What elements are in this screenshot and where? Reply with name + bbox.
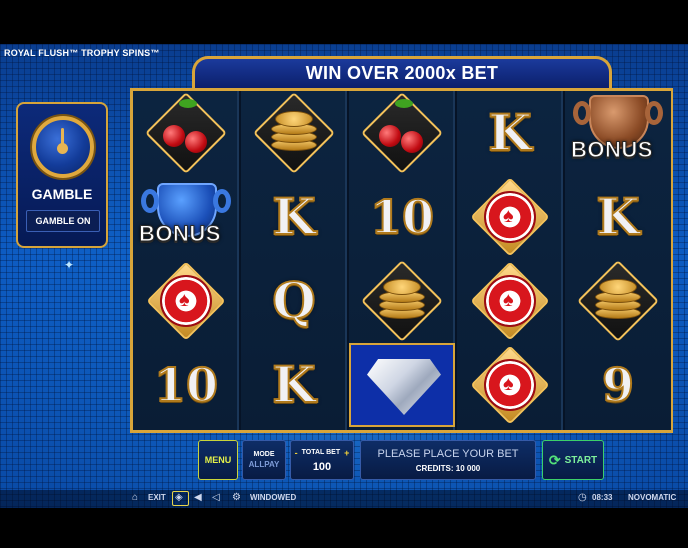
symbol-chip: ♠ (457, 259, 563, 343)
gamble-panel[interactable]: GAMBLE GAMBLE ON (16, 102, 108, 248)
symbol-king: K (487, 103, 532, 162)
menu-button-label: MENU (204, 455, 232, 465)
reel-4: K ♠ ♠ ♠ (457, 91, 563, 430)
clock-time: 08:33 (592, 493, 613, 502)
exit-link[interactable]: EXIT (148, 493, 166, 502)
message-panel: PLEASE PLACE YOUR BET CREDITS: 10 000 (360, 440, 536, 480)
credits-display: CREDITS: 10 000 (415, 463, 481, 473)
symbol-chip: ♠ (457, 343, 563, 427)
start-label: START (564, 454, 598, 466)
gamble-label: GAMBLE (31, 186, 93, 202)
symbol-queen: Q (271, 271, 317, 330)
spin-arrows-icon: ⟳ (548, 451, 561, 468)
symbol-diamond (349, 343, 455, 427)
clock-icon: ◷ (578, 492, 587, 503)
status-bar: ⌂ EXIT ◈ ◀ ◁ ⚙ WINDOWED ◷ 08:33 NOVOMATI… (0, 490, 688, 508)
symbol-nine: 9 (601, 358, 635, 412)
volume-icon[interactable]: ◀ (194, 492, 202, 503)
mode-value: ALLPAY (248, 460, 280, 469)
symbol-coins (565, 259, 671, 343)
bet-increase-button[interactable]: + (344, 448, 349, 458)
symbol-coins (349, 259, 455, 343)
game-title: ROYAL FLUSH™ TROPHY SPINS™ (4, 48, 160, 58)
mode-button[interactable]: MODE ALLPAY (242, 440, 286, 480)
total-bet-control: - TOTAL BET + 100 (290, 440, 354, 480)
gamble-toggle-button[interactable]: GAMBLE ON (26, 210, 100, 232)
sparkle-icon: ✦ (64, 258, 75, 272)
reel-3: 10 (349, 91, 455, 430)
mute-icon[interactable]: ◁ (212, 492, 220, 503)
mode-label: MODE (253, 451, 275, 458)
windowed-toggle[interactable]: WINDOWED (250, 493, 296, 502)
reel-2: K Q K (241, 91, 347, 430)
symbol-king: K (595, 187, 640, 246)
game-stage: ROYAL FLUSH™ TROPHY SPINS™ WIN OVER 2000… (0, 44, 688, 508)
symbol-bonus-trophy-blue: BONUS (133, 175, 239, 259)
reel-1: BONUS ♠ 10 (133, 91, 239, 430)
menu-button[interactable]: MENU (198, 440, 238, 480)
symbol-chip: ♠ (133, 259, 239, 343)
win-banner: WIN OVER 2000x BET (192, 56, 612, 88)
reel-5: BONUS K 9 (565, 91, 671, 430)
symbol-chip: ♠ (457, 175, 563, 259)
symbol-cherries (349, 91, 455, 175)
brand-logo: NOVOMATIC (628, 493, 677, 502)
symbol-ten: 10 (369, 190, 435, 244)
symbol-king: K (271, 355, 316, 414)
bet-decrease-button[interactable]: - (295, 448, 298, 458)
bonus-label: BONUS (139, 221, 221, 247)
total-bet-label: TOTAL BET (301, 449, 341, 456)
reel-grid: BONUS ♠ 10 K Q K 10 K ♠ ♠ ♠ BONUS K 9 (130, 88, 673, 433)
symbol-ten: 10 (153, 358, 219, 412)
home-icon[interactable]: ⌂ (132, 492, 138, 503)
symbol-bonus-trophy-bronze: BONUS (565, 91, 671, 175)
letterbox-top (0, 0, 688, 44)
settings-gear-icon[interactable]: ⚙ (232, 492, 241, 503)
symbol-coins (241, 91, 347, 175)
symbol-cherries (133, 91, 239, 175)
symbol-king: K (271, 187, 316, 246)
win-banner-text: WIN OVER 2000x BET (305, 63, 499, 83)
bonus-label: BONUS (571, 137, 653, 163)
gamble-gauge-icon (32, 116, 94, 178)
sound-fx-icon[interactable]: ◈ (175, 492, 183, 503)
start-button[interactable]: ⟳ START (542, 440, 604, 480)
total-bet-value: 100 (312, 460, 332, 473)
status-message: PLEASE PLACE YOUR BET (377, 447, 519, 460)
letterbox-bottom (0, 508, 688, 548)
